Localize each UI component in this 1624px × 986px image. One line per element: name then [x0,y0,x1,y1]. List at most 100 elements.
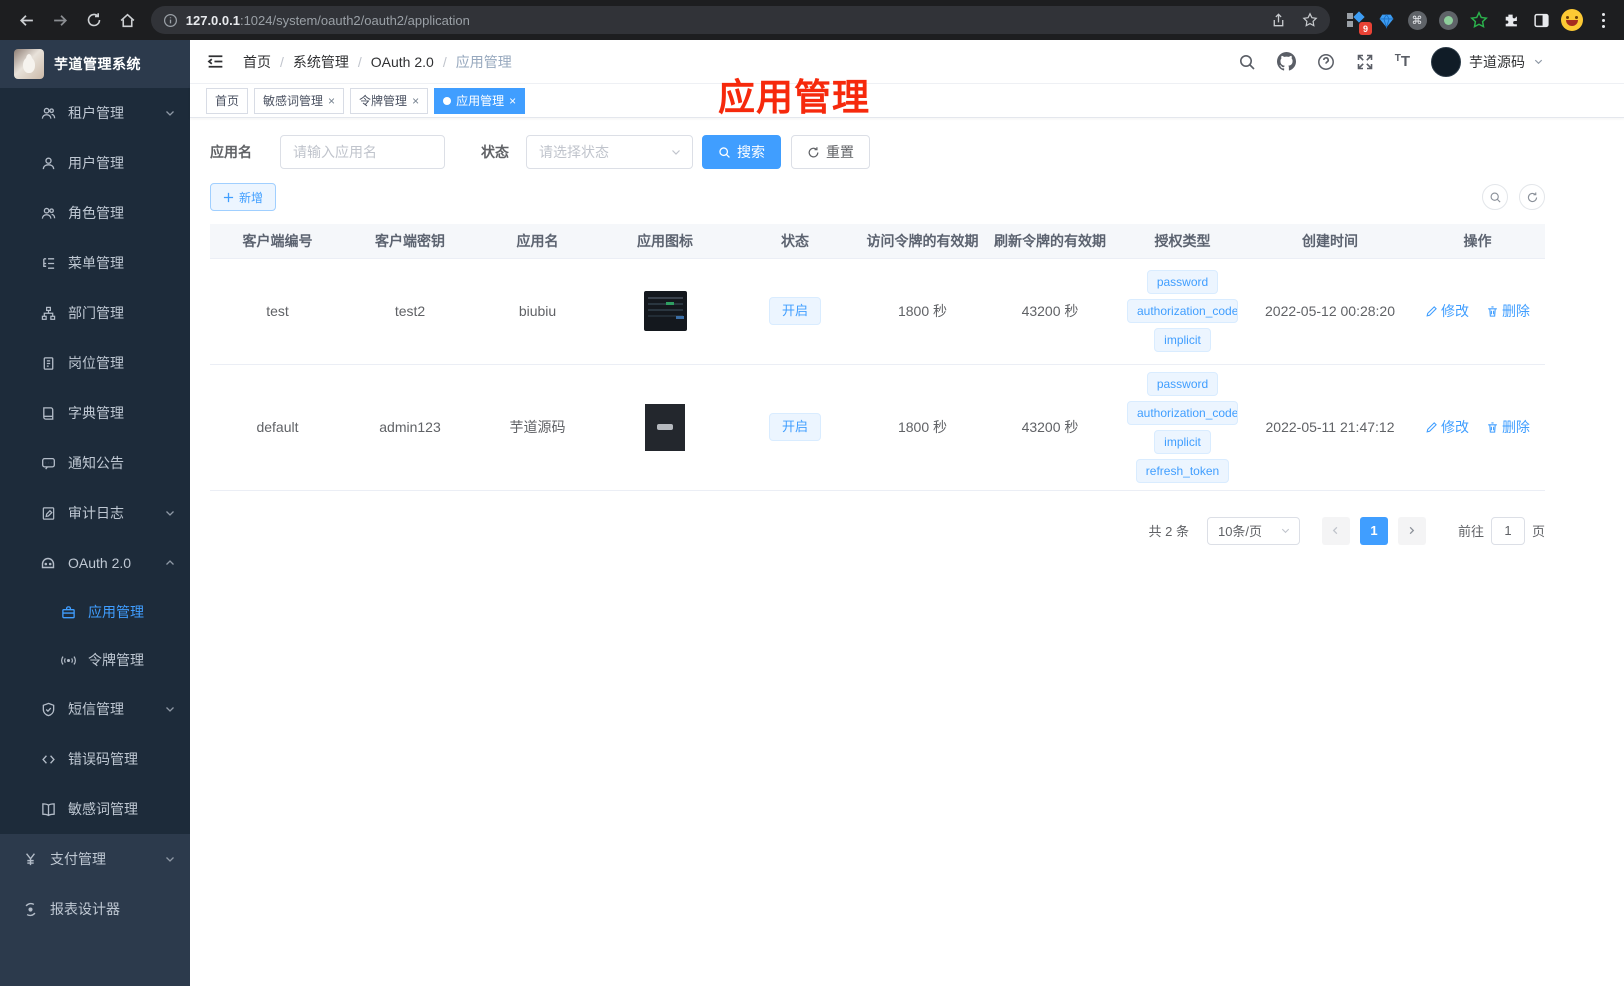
reload-icon[interactable] [77,5,111,35]
app-logo-row[interactable]: 芋道管理系统 [0,40,190,88]
delete-button[interactable]: 删除 [1486,417,1530,437]
breadcrumb-home[interactable]: 首页 [243,52,271,72]
open-book-icon [40,802,56,817]
add-button[interactable]: 新增 [210,183,277,211]
oauth-robot-icon [40,555,56,571]
refresh-token-validity-cell: 43200 秒 [985,258,1115,365]
sidebar-item-audit-log[interactable]: 审计日志 [0,488,190,538]
sidebar-item-notice[interactable]: 通知公告 [0,438,190,488]
sidebar-item-role[interactable]: 角色管理 [0,188,190,238]
sidebar-item-tenant[interactable]: 租户管理 [0,88,190,138]
github-icon[interactable] [1276,52,1296,71]
sidebar-item-payment[interactable]: 支付管理 [0,834,190,884]
grant-type-tag: password [1146,371,1219,396]
font-size-icon[interactable]: TT [1395,53,1410,70]
puzzle-extensions-icon[interactable] [1499,9,1521,31]
menu-tree-icon [40,256,56,271]
create-time-cell: 2022-05-12 00:28:20 [1250,258,1410,365]
grant-types: password authorization_code implicit ref… [1119,371,1246,483]
sidebar-item-sms[interactable]: 短信管理 [0,684,190,734]
sidebar-item-sensitive-word[interactable]: 敏感词管理 [0,784,190,834]
share-icon[interactable] [1271,12,1286,28]
sidebar-item-error-code[interactable]: 错误码管理 [0,734,190,784]
close-icon[interactable]: × [412,94,419,108]
help-icon[interactable] [1317,53,1335,71]
user-icon [40,156,56,171]
refresh-table-button[interactable] [1519,184,1545,210]
sidebar-item-menu[interactable]: 菜单管理 [0,238,190,288]
edit-button[interactable]: 修改 [1425,417,1469,437]
sidebar-item-oauth-token[interactable]: 令牌管理 [0,636,190,684]
back-icon[interactable] [10,5,44,35]
delete-button[interactable]: 删除 [1486,301,1530,321]
forward-icon[interactable] [44,5,78,35]
sidebar-fold-icon[interactable] [206,52,225,71]
url-bar[interactable]: 127.0.0.1:1024/system/oauth2/oauth2/appl… [150,6,1330,34]
command-extension-icon[interactable]: ⌘ [1406,9,1428,31]
app-name-cell: biubiu [475,258,600,365]
fullscreen-icon[interactable] [1356,53,1374,71]
sidebar-item-dept[interactable]: 部门管理 [0,288,190,338]
tab-token[interactable]: 令牌管理 × [350,87,429,114]
close-icon[interactable]: × [328,94,335,108]
reset-button[interactable]: 重置 [791,135,870,169]
sidebar-item-dict[interactable]: 字典管理 [0,388,190,438]
token-signal-icon [60,653,76,668]
yen-icon [22,852,38,867]
profile-avatar-icon[interactable] [1561,9,1583,31]
tenant-users-icon [40,106,56,121]
grant-type-tag: refresh_token [1135,458,1230,483]
filter-form: 应用名 状态 请选择状态 搜索 [210,135,1545,169]
record-extension-icon[interactable] [1437,9,1459,31]
tab-application[interactable]: 应用管理 × [434,87,526,114]
page-number-button[interactable]: 1 [1359,516,1388,545]
chevron-down-icon [164,703,176,715]
sidebar-item-oauth[interactable]: OAuth 2.0 [0,538,190,588]
pagination: 共 2 条 10条/页 1 前往 页 [210,516,1545,545]
gem-extension-icon[interactable] [1375,9,1397,31]
sidebar: 芋道管理系统 租户管理 用户管理 角色管理 菜单管理 部门管理 岗位管理 字典管… [0,40,190,986]
toggle-search-button[interactable] [1482,184,1508,210]
site-info-icon[interactable] [163,13,178,28]
browser-menu-icon[interactable] [1592,9,1614,31]
breadcrumb-system[interactable]: 系统管理 [293,52,349,72]
sidebar-item-user[interactable]: 用户管理 [0,138,190,188]
bookmark-star-icon[interactable] [1302,12,1318,28]
next-page-button[interactable] [1397,516,1426,545]
url-host: 127.0.0.1 [185,12,240,28]
home-icon[interactable] [111,5,145,35]
username: 芋道源码 [1469,53,1525,70]
breadcrumb-oauth[interactable]: OAuth 2.0 [371,54,434,70]
sidebar-item-oauth-application[interactable]: 应用管理 [0,588,190,636]
edit-button[interactable]: 修改 [1425,301,1469,321]
header-search-icon[interactable] [1238,53,1256,71]
close-icon[interactable]: × [509,94,516,108]
audit-log-icon [40,506,56,521]
side-panel-icon[interactable] [1530,9,1552,31]
user-menu[interactable]: 芋道源码 [1431,46,1544,77]
goto-page-input[interactable] [1490,516,1525,545]
search-button[interactable]: 搜索 [702,135,781,169]
tab-home[interactable]: 首页 [206,87,249,114]
post-badge-icon [40,356,56,371]
sidebar-item-post[interactable]: 岗位管理 [0,338,190,388]
sidebar-item-report-designer[interactable]: 报表设计器 [0,884,190,934]
extension-badge-icon[interactable]: 9 [1344,9,1372,35]
extensions-area: 9 ⌘ [1344,9,1614,35]
announcement-icon [40,456,56,471]
app-name-cell: 芋道源码 [475,364,600,491]
prev-page-button[interactable] [1321,516,1350,545]
trash-icon [1488,305,1497,317]
app-name-label: 应用名 [210,144,252,160]
chevron-down-icon [1280,525,1291,536]
green-star-extension-icon[interactable] [1468,9,1490,31]
edit-pencil-icon [1426,421,1437,433]
access-token-validity-cell: 1800 秒 [860,364,985,491]
tab-sensitive-word[interactable]: 敏感词管理 × [254,87,345,114]
status-select[interactable]: 请选择状态 [526,135,693,169]
caret-down-icon [1534,59,1543,65]
app-window: 芋道管理系统 租户管理 用户管理 角色管理 菜单管理 部门管理 岗位管理 字典管… [0,40,1624,986]
page-size-select[interactable]: 10条/页 [1206,516,1300,545]
chevron-down-icon [164,507,176,519]
app-name-input[interactable] [280,135,445,169]
